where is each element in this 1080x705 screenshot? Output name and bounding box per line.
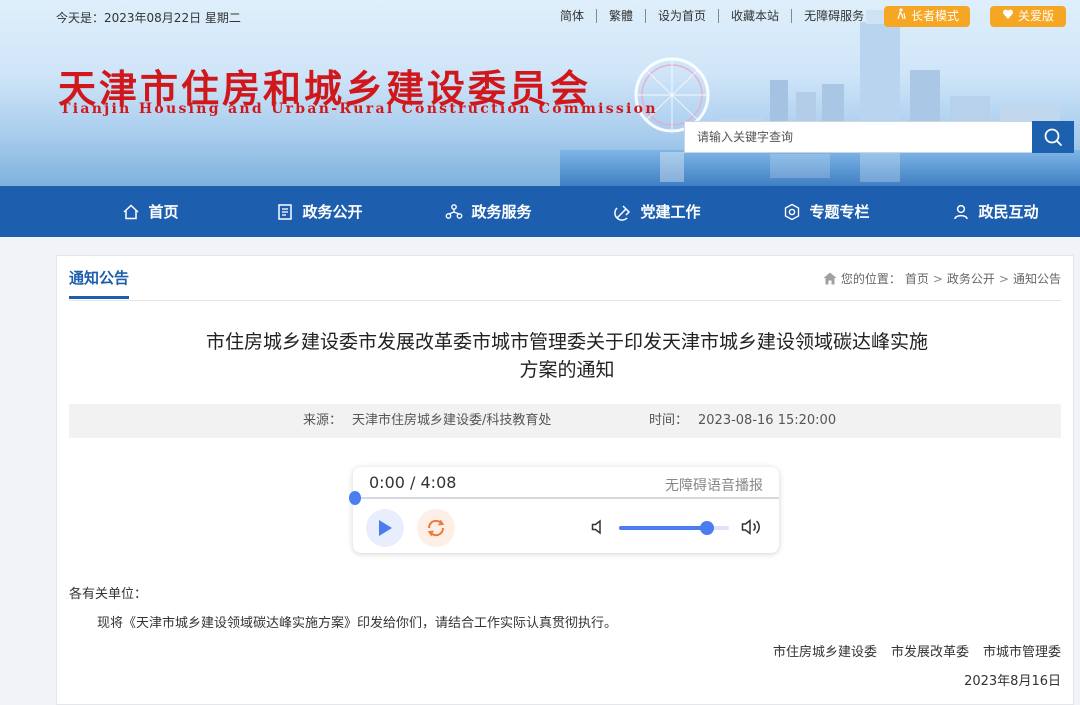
article-body: 现将《天津市城乡建设领域碳达峰实施方案》印发给你们，请结合工作实际认真贯彻执行。 <box>97 616 618 631</box>
traditional-chinese-link[interactable]: 繁體 <box>597 9 647 23</box>
volume-level <box>619 526 707 530</box>
nav-label: 党建工作 <box>640 203 701 221</box>
breadcrumb: 您的位置： 首页 > 政务公开 > 通知公告 <box>823 270 1061 287</box>
site-title-en: Tianjin Housing and Urban-Rural Construc… <box>60 101 658 117</box>
search-button[interactable] <box>1032 121 1074 153</box>
document-icon <box>278 203 293 220</box>
breadcrumb-home[interactable]: 首页 <box>905 270 929 287</box>
header-banner: 今天是：2023年08月22日 星期二 简体 繁體 设为首页 收藏本站 无障碍服… <box>0 0 1080 186</box>
article-title-line: 方案的通知 <box>519 359 615 381</box>
volume-slider[interactable] <box>619 521 729 535</box>
care-icon <box>1002 6 1014 27</box>
nav-item-topics[interactable]: 专题专栏 <box>742 186 911 237</box>
breadcrumb-prefix: 您的位置： <box>840 272 901 286</box>
main-nav: 首页 政务公开 政务服务 党建工作 专题专栏 政民互动 <box>0 186 1080 237</box>
breadcrumb-gov-open[interactable]: 政务公开 <box>947 270 995 287</box>
set-homepage-link[interactable]: 设为首页 <box>646 9 720 23</box>
volume-high-icon[interactable] <box>741 518 763 536</box>
article-card: 通知公告 您的位置： 首页 > 政务公开 > 通知公告 市住房城乡建设委市发展改… <box>56 255 1074 705</box>
top-bar: 今天是：2023年08月22日 星期二 简体 繁體 设为首页 收藏本站 无障碍服… <box>0 0 1080 32</box>
audio-progress-track[interactable] <box>353 497 779 499</box>
nav-label: 政民互动 <box>978 203 1039 221</box>
nav-label: 专题专栏 <box>809 203 870 221</box>
top-links: 简体 繁體 设为首页 收藏本站 无障碍服务 <box>560 9 876 23</box>
source-value: 天津市住房城乡建设委/科技教育处 <box>352 413 552 428</box>
simplified-chinese-link[interactable]: 简体 <box>560 9 598 23</box>
nav-item-gov-service[interactable]: 政务服务 <box>404 186 573 237</box>
article-time: 时间： 2023-08-16 15:20:00 <box>649 404 836 438</box>
article-greeting: 各有关单位： <box>69 587 148 602</box>
accessibility-link[interactable]: 无障碍服务 <box>792 9 876 23</box>
elder-icon <box>895 6 907 27</box>
audio-label: 无障碍语音播报 <box>665 478 763 494</box>
home-icon <box>823 272 837 285</box>
article-signers: 市住房城乡建设委 市发展改革委 市城市管理委 <box>773 641 1061 660</box>
nav-item-interaction[interactable]: 政民互动 <box>911 186 1080 237</box>
breadcrumb-notices[interactable]: 通知公告 <box>1013 270 1061 287</box>
today-date: 今天是：2023年08月22日 星期二 <box>56 11 241 25</box>
volume-handle[interactable] <box>700 521 714 535</box>
topic-icon <box>785 203 800 220</box>
nav-label: 首页 <box>148 203 179 221</box>
care-version-label: 关爱版 <box>1017 9 1054 23</box>
signer: 市城市管理委 <box>982 645 1061 660</box>
nav-item-home[interactable]: 首页 <box>66 186 235 237</box>
loop-icon <box>427 519 445 537</box>
audio-progress-handle[interactable] <box>349 491 361 505</box>
party-icon <box>614 204 631 221</box>
elder-mode-label: 长者模式 <box>910 9 959 23</box>
source-label: 来源： <box>303 413 343 428</box>
audio-time: 0:00 / 4:08 <box>369 473 457 492</box>
signer: 市住房城乡建设委 <box>772 645 877 660</box>
home-icon <box>123 203 139 219</box>
breadcrumb-separator: > <box>998 271 1009 286</box>
section-title[interactable]: 通知公告 <box>69 267 130 299</box>
play-button[interactable] <box>366 509 404 547</box>
nav-label: 政务公开 <box>302 203 363 221</box>
audio-player: 0:00 / 4:08 无障碍语音播报 <box>349 467 779 553</box>
article-title-line: 市住房城乡建设委市发展改革委市城市管理委关于印发天津市城乡建设领域碳达峰实施 <box>205 331 928 353</box>
breadcrumb-separator: > <box>932 271 943 286</box>
volume-low-icon[interactable] <box>591 519 605 535</box>
nav-item-party[interactable]: 党建工作 <box>573 186 742 237</box>
user-icon <box>954 204 969 219</box>
time-value: 2023-08-16 15:20:00 <box>698 413 837 428</box>
article-title: 市住房城乡建设委市发展改革委市城市管理委关于印发天津市城乡建设领域碳达峰实施 方… <box>147 328 987 384</box>
signer: 市发展改革委 <box>890 645 969 660</box>
bookmark-link[interactable]: 收藏本站 <box>719 9 793 23</box>
article-date: 2023年8月16日 <box>964 674 1061 689</box>
section-header: 通知公告 您的位置： 首页 > 政务公开 > 通知公告 <box>69 256 1061 301</box>
article-meta: 来源： 天津市住房城乡建设委/科技教育处 时间： 2023-08-16 15:20:… <box>69 404 1061 438</box>
article-source: 来源： 天津市住房城乡建设委/科技教育处 <box>303 404 551 438</box>
search-input[interactable] <box>685 122 1032 152</box>
nav-item-gov-open[interactable]: 政务公开 <box>235 186 404 237</box>
search-icon <box>1044 128 1062 146</box>
search-bar <box>684 121 1074 153</box>
loop-button[interactable] <box>417 509 455 547</box>
time-label: 时间： <box>649 413 689 428</box>
service-icon <box>446 203 463 219</box>
nav-label: 政务服务 <box>471 203 532 221</box>
elder-mode-button[interactable]: 长者模式 <box>884 6 970 27</box>
care-version-button[interactable]: 关爱版 <box>990 6 1066 27</box>
play-icon <box>379 520 392 536</box>
